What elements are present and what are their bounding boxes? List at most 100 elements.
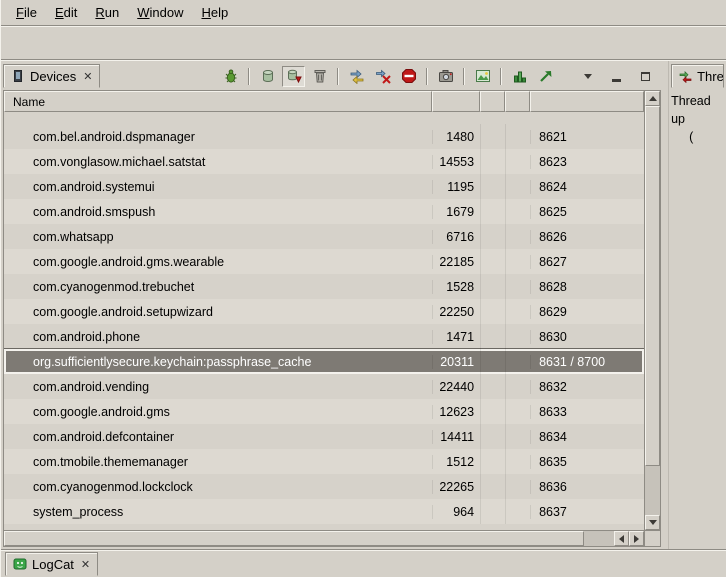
- process-pid: 22185: [432, 255, 480, 269]
- vertical-scrollbar[interactable]: [644, 91, 660, 530]
- process-port: 8628: [530, 280, 644, 294]
- horizontal-scroll-thumb[interactable]: [4, 531, 584, 546]
- menu-edit[interactable]: Edit: [46, 2, 86, 23]
- cell-spacer: [480, 299, 505, 324]
- cell-spacer: [480, 149, 505, 174]
- table-row[interactable]: com.vonglasow.michael.satstat 14553 8623: [4, 149, 644, 174]
- toolbar-separator: [463, 68, 465, 85]
- menu-file[interactable]: File: [7, 2, 46, 23]
- cell-spacer: [505, 149, 530, 174]
- tab-logcat[interactable]: LogCat ✕: [5, 552, 98, 576]
- table-row[interactable]: com.google.android.gms.wearable 22185 86…: [4, 249, 644, 274]
- view-menu-button[interactable]: [576, 66, 599, 87]
- table-header: Name: [4, 91, 644, 112]
- process-name: com.android.systemui: [4, 180, 432, 194]
- method-profiling-button[interactable]: [508, 66, 531, 87]
- vertical-scroll-thumb[interactable]: [645, 106, 660, 466]
- tab-devices[interactable]: Devices ✕: [3, 64, 100, 88]
- cell-spacer: [505, 349, 530, 374]
- cell-spacer: [480, 499, 505, 524]
- chevron-down-icon: [584, 74, 592, 79]
- system-info-button[interactable]: [471, 66, 494, 87]
- table-row[interactable]: com.cyanogenmod.trebuchet 1528 8628: [4, 274, 644, 299]
- start-profiling-button[interactable]: [534, 66, 557, 87]
- arrow-down-icon: [649, 520, 657, 525]
- process-port: 8623: [530, 155, 644, 169]
- table-row[interactable]: com.google.android.setupwizard 22250 862…: [4, 299, 644, 324]
- cell-spacer: [480, 349, 505, 374]
- cell-spacer: [480, 249, 505, 274]
- table-row[interactable]: com.android.systemui 1195 8624: [4, 174, 644, 199]
- table-row[interactable]: com.whatsapp 6716 8626: [4, 224, 644, 249]
- table-row[interactable]: com.bel.android.dspmanager 1480 8621: [4, 124, 644, 149]
- cell-spacer: [480, 124, 505, 149]
- table-row[interactable]: com.google.android.gms 12623 8633: [4, 399, 644, 424]
- menu-window[interactable]: Window: [128, 2, 192, 23]
- scroll-left-button[interactable]: [614, 531, 629, 546]
- process-port: 8621: [530, 130, 644, 144]
- tab-threads[interactable]: Threa: [671, 64, 724, 88]
- table-row[interactable]: system_process 964 8637: [4, 499, 644, 524]
- vertical-scroll-track[interactable]: [645, 106, 660, 515]
- method-profiling-icon: [512, 68, 528, 84]
- process-name: com.google.android.setupwizard: [4, 305, 432, 319]
- menu-run[interactable]: Run: [86, 2, 128, 23]
- process-pid: 1679: [432, 205, 480, 219]
- tab-devices-label: Devices: [30, 69, 76, 84]
- debug-button[interactable]: [219, 66, 242, 87]
- process-port: 8632: [530, 380, 644, 394]
- minimize-button[interactable]: [605, 66, 628, 87]
- update-heap-icon: [260, 68, 276, 84]
- screen-capture-button[interactable]: [434, 66, 457, 87]
- process-pid: 1528: [432, 280, 480, 294]
- process-name: system_process: [4, 505, 432, 519]
- toolbar-separator: [426, 68, 428, 85]
- toolbar-separator: [500, 68, 502, 85]
- column-header-name[interactable]: Name: [4, 91, 432, 112]
- toolbar-separator: [248, 68, 250, 85]
- table-row[interactable]: com.cyanogenmod.lockclock 22265 8636: [4, 474, 644, 499]
- threads-tabbar: Threa: [669, 61, 726, 89]
- stop-process-button[interactable]: [397, 66, 420, 87]
- view-window-controls: [576, 66, 657, 87]
- scroll-down-button[interactable]: [645, 515, 660, 530]
- table-row[interactable]: com.tmobile.thememanager 1512 8635: [4, 449, 644, 474]
- cell-spacer: [480, 224, 505, 249]
- table-row[interactable]: org.sufficientlysecure.keychain:passphra…: [4, 349, 644, 374]
- scroll-up-button[interactable]: [645, 91, 660, 106]
- update-heap-button[interactable]: [256, 66, 279, 87]
- process-pid: 1480: [432, 130, 480, 144]
- update-threads-button[interactable]: [345, 66, 368, 87]
- stop-threads-button[interactable]: [371, 66, 394, 87]
- column-header-pid[interactable]: [432, 91, 480, 112]
- cell-spacer: [480, 174, 505, 199]
- start-profiling-icon: [538, 68, 554, 84]
- process-port: 8636: [530, 480, 644, 494]
- cause-gc-button[interactable]: [308, 66, 331, 87]
- cell-spacer: [505, 324, 530, 349]
- column-header-port[interactable]: [530, 91, 644, 112]
- maximize-button[interactable]: [634, 66, 657, 87]
- process-name: com.tmobile.thememanager: [4, 455, 432, 469]
- threads-message-line1: Thread up: [671, 92, 724, 128]
- process-name: com.cyanogenmod.trebuchet: [4, 280, 432, 294]
- process-name: com.android.phone: [4, 330, 432, 344]
- cell-spacer: [505, 124, 530, 149]
- table-row[interactable]: com.android.phone 1471 8630: [4, 324, 644, 349]
- devices-toolbar: [219, 66, 661, 87]
- dump-hprof-button[interactable]: [282, 66, 305, 87]
- table-row[interactable]: com.android.vending 22440 8632: [4, 374, 644, 399]
- scroll-right-button[interactable]: [629, 531, 644, 546]
- horizontal-scrollbar[interactable]: [4, 530, 644, 546]
- process-port: 8635: [530, 455, 644, 469]
- arrow-right-icon: [634, 535, 639, 543]
- menu-help[interactable]: Help: [192, 2, 237, 23]
- horizontal-scroll-track[interactable]: [4, 531, 614, 546]
- devices-close-icon[interactable]: ✕: [83, 70, 92, 83]
- cell-spacer: [505, 374, 530, 399]
- cell-spacer: [505, 449, 530, 474]
- table-row[interactable]: com.android.defcontainer 14411 8634: [4, 424, 644, 449]
- process-port: 8625: [530, 205, 644, 219]
- table-row[interactable]: com.android.smspush 1679 8625: [4, 199, 644, 224]
- logcat-close-icon[interactable]: ✕: [81, 558, 90, 571]
